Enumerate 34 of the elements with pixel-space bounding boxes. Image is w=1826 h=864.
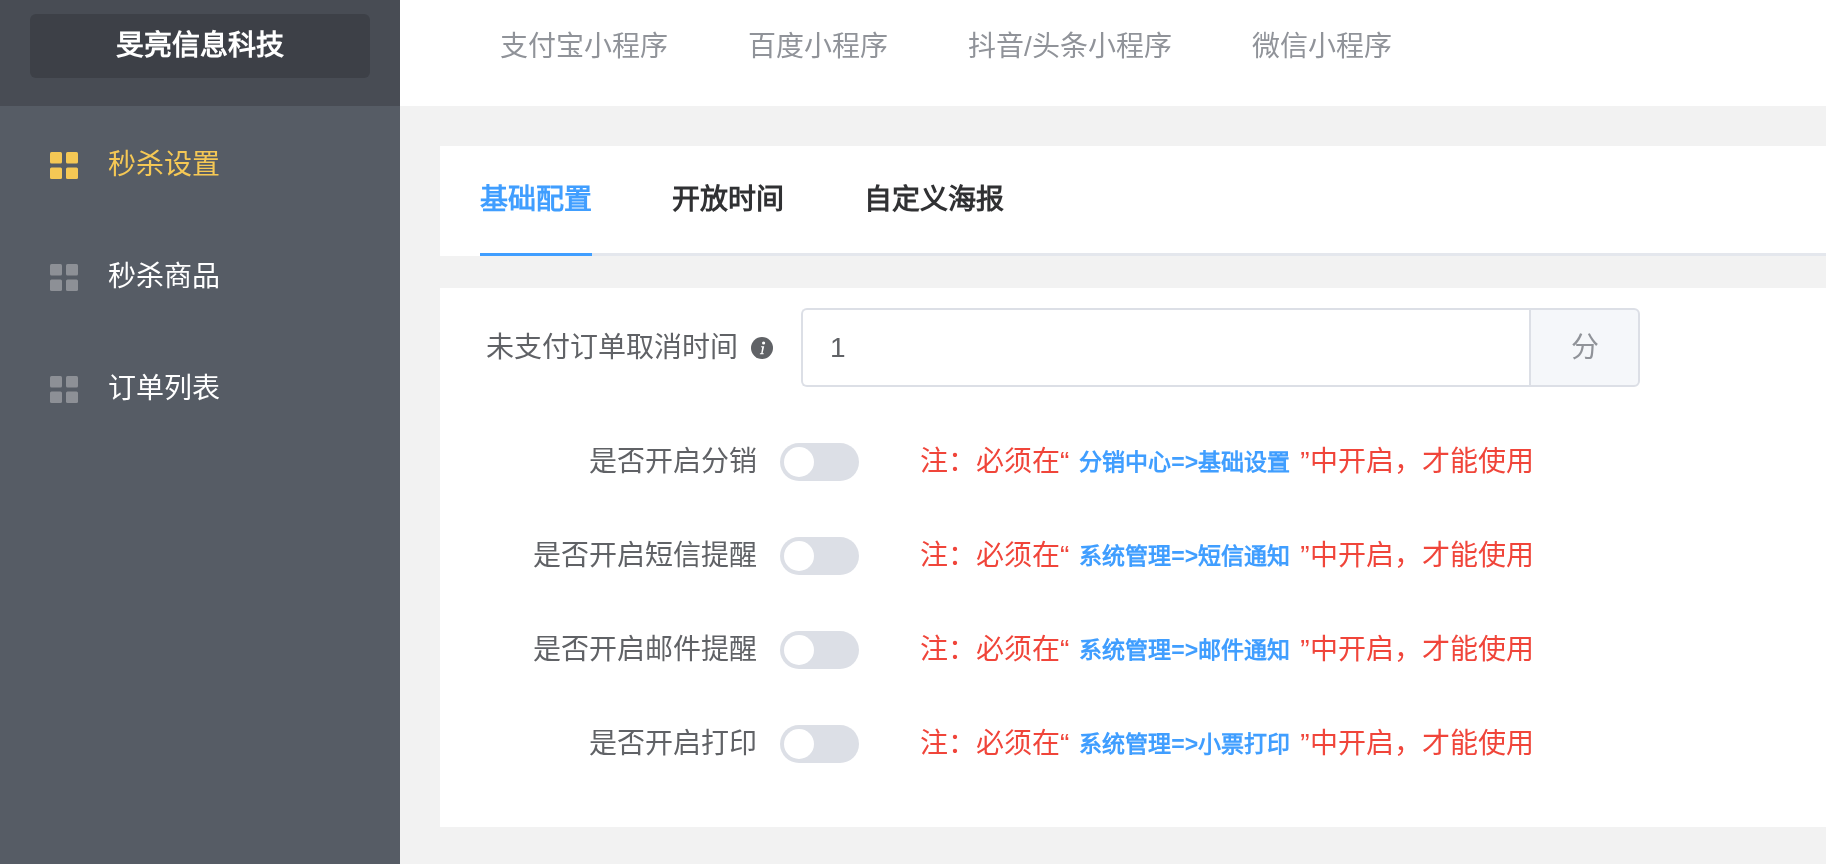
hint-text: 注：必须在“ 系统管理=>短信通知 ”中开启，才能使用: [920, 542, 1534, 570]
grid-icon: [50, 263, 78, 291]
hint-text: 注：必须在“ 系统管理=>小票打印 ”中开启，才能使用: [920, 730, 1534, 758]
settings-tab[interactable]: 开放时间: [672, 146, 784, 256]
toggle-switch[interactable]: [780, 725, 859, 763]
platform-tab[interactable]: 支付宝小程序: [460, 33, 708, 61]
switch-label: 是否开启短信提醒: [533, 542, 757, 570]
switch-label: 是否开启邮件提醒: [533, 636, 757, 664]
settings-link[interactable]: 系统管理=>邮件通知: [1079, 638, 1291, 662]
brand-title: 旻亮信息科技: [30, 14, 370, 78]
sidebar-item[interactable]: 秒杀设置: [0, 109, 400, 221]
settings-link[interactable]: 系统管理=>短信通知: [1079, 544, 1291, 568]
info-icon: [751, 336, 773, 359]
settings-link[interactable]: 分销中心=>基础设置: [1079, 450, 1291, 474]
grid-icon: [50, 151, 78, 179]
unit-addon: 分: [1529, 308, 1640, 387]
cancel-time-input[interactable]: 1: [801, 308, 1529, 387]
hint-text: 注：必须在“ 系统管理=>邮件通知 ”中开启，才能使用: [920, 636, 1534, 664]
toggle-switch[interactable]: [780, 443, 859, 481]
settings-tab[interactable]: 自定义海报: [864, 146, 1004, 256]
switch-label: 是否开启打印: [589, 730, 757, 758]
toggle-switch[interactable]: [780, 537, 859, 575]
toggle-switch[interactable]: [780, 631, 859, 669]
switch-label: 是否开启分销: [589, 448, 757, 476]
hint-text: 注：必须在“ 分销中心=>基础设置 ”中开启，才能使用: [920, 448, 1534, 476]
sidebar-item[interactable]: 秒杀商品: [0, 221, 400, 333]
settings-tab[interactable]: 基础配置: [480, 146, 592, 256]
field-label: 未支付订单取消时间: [486, 333, 738, 362]
platform-tab[interactable]: 微信小程序: [1211, 33, 1432, 61]
platform-tab[interactable]: 百度小程序: [708, 33, 928, 61]
sidebar-item[interactable]: 订单列表: [0, 333, 400, 445]
settings-link[interactable]: 系统管理=>小票打印: [1079, 732, 1291, 756]
grid-icon: [50, 375, 78, 403]
platform-tab[interactable]: 抖音/头条小程序: [928, 33, 1212, 61]
